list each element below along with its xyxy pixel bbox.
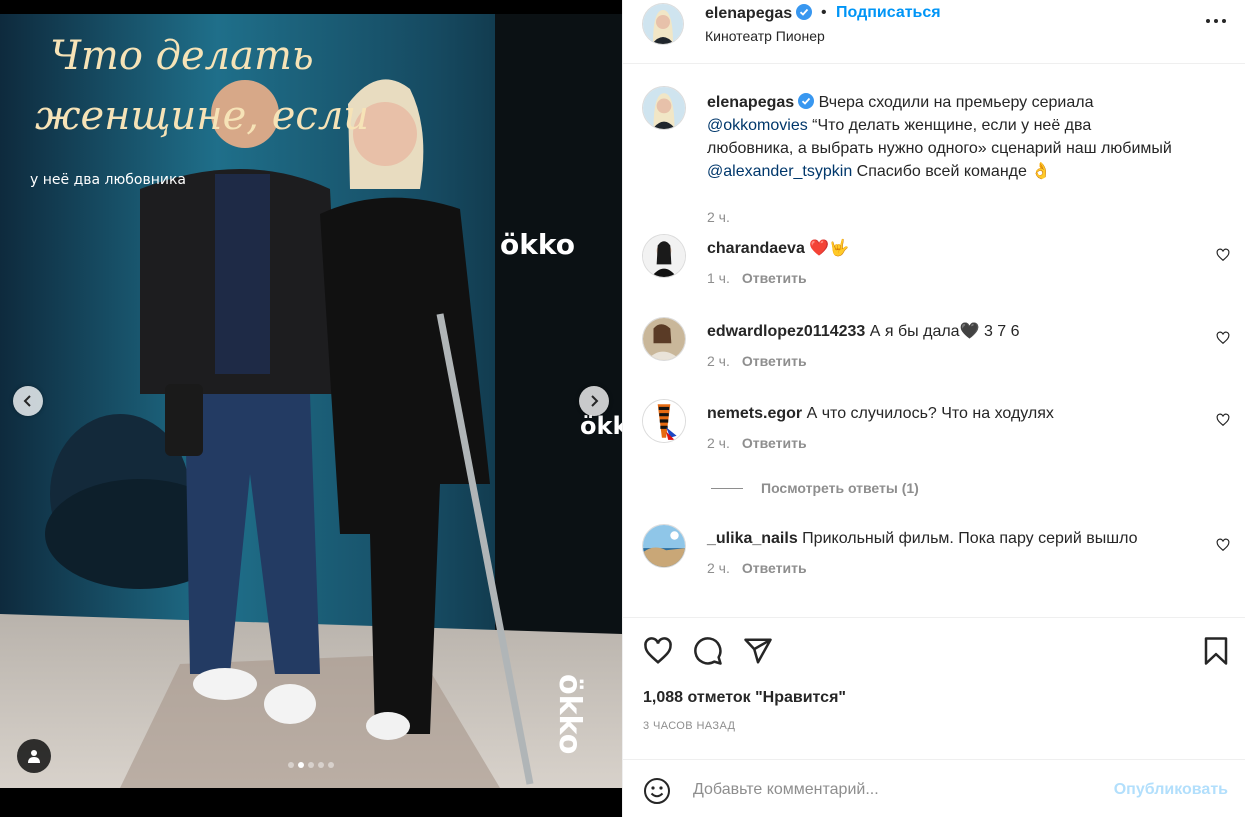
reply-button[interactable]: Ответить — [742, 353, 807, 369]
emoji-icon[interactable] — [643, 777, 671, 805]
comment-text: А я бы дала🖤 3 7 6 — [869, 323, 1020, 340]
post-sidebar: elenapegas • Подписаться Кинотеатр Пионе… — [622, 0, 1245, 817]
chevron-left-icon — [23, 395, 31, 407]
caption-text: elenapegas Вчера сходили на премьеру сер… — [707, 91, 1177, 183]
carousel-prev-button[interactable] — [13, 386, 43, 416]
instagram-post-modal: Что делать женщине, если у неё два любов… — [0, 0, 1245, 817]
commenter-avatar[interactable] — [643, 318, 685, 360]
author-username[interactable]: elenapegas — [705, 4, 813, 23]
comment-time: 2 ч. — [707, 353, 730, 369]
carousel-dot — [308, 762, 314, 768]
reply-button[interactable]: Ответить — [742, 435, 807, 451]
brand-mark: ökko — [552, 674, 587, 754]
poster-title-line1: Что делать — [50, 33, 314, 79]
bookmark-icon[interactable] — [1201, 636, 1231, 666]
commenter-username[interactable]: nemets.egor — [707, 405, 802, 422]
heart-icon[interactable] — [1216, 248, 1230, 262]
comment-body: charandaeva ❤️🤟 — [707, 237, 1177, 260]
add-comment-bar: Опубликовать — [623, 759, 1245, 817]
commenter-username[interactable]: charandaeva — [707, 240, 805, 257]
comment-text: А что случилось? Что на ходулях — [806, 405, 1054, 422]
view-replies-button[interactable]: Посмотреть ответы (1) — [711, 480, 919, 496]
follow-button[interactable]: Подписаться — [836, 4, 941, 22]
post-time[interactable]: 3 ЧАСОВ НАЗАД — [643, 720, 735, 732]
comment-meta: 2 ч. Ответить — [707, 435, 807, 451]
share-icon[interactable] — [743, 636, 773, 666]
poster-title-line2: женщине, если — [35, 93, 369, 139]
more-icon[interactable] — [1205, 16, 1227, 26]
user-tag-icon — [28, 750, 40, 763]
carousel-next-button[interactable] — [579, 386, 609, 416]
comment-text: ❤️🤟 — [809, 240, 850, 257]
comment-body: edwardlopez0114233 А я бы дала🖤 3 7 6 — [707, 320, 1177, 343]
heart-icon[interactable] — [1216, 538, 1230, 552]
commenter-username[interactable]: _ulika_nails — [707, 530, 798, 547]
author-avatar[interactable] — [643, 4, 683, 44]
post-actions: 1,088 отметок "Нравится" 3 ЧАСОВ НАЗАД — [623, 617, 1245, 757]
carousel-indicator — [0, 762, 622, 768]
comment-icon[interactable] — [693, 636, 723, 666]
carousel-dot — [328, 762, 334, 768]
comment-meta: 2 ч. Ответить — [707, 560, 807, 576]
post-header: elenapegas • Подписаться Кинотеатр Пионе… — [623, 0, 1245, 64]
caption-part: Спасибо всей команде 👌 — [856, 163, 1052, 180]
verified-icon — [798, 93, 815, 109]
reply-button[interactable]: Ответить — [742, 560, 807, 576]
carousel-dot — [288, 762, 294, 768]
publish-button[interactable]: Опубликовать — [1114, 781, 1228, 799]
poster-subtitle: у неё два любовника — [30, 172, 186, 188]
brand-mark: ökko — [500, 228, 575, 261]
commenter-username[interactable]: edwardlopez0114233 — [707, 323, 865, 340]
caption-author[interactable]: elenapegas — [707, 93, 815, 111]
verified-icon — [796, 4, 813, 20]
comment-time: 1 ч. — [707, 270, 730, 286]
reply-button[interactable]: Ответить — [742, 270, 807, 286]
caption-part: Вчера сходили на премьеру сериала — [818, 94, 1094, 111]
comment-body: _ulika_nails Прикольный фильм. Пока пару… — [707, 527, 1177, 550]
comment-time: 2 ч. — [707, 435, 730, 451]
comment-meta: 2 ч. Ответить — [707, 353, 807, 369]
comment-meta: 1 ч. Ответить — [707, 270, 807, 286]
mention-link[interactable]: @okkomovies — [707, 117, 808, 134]
carousel-dot — [298, 762, 304, 768]
commenter-avatar[interactable] — [643, 235, 685, 277]
heart-icon[interactable] — [643, 636, 673, 666]
separator-dot: • — [821, 4, 827, 21]
caption-avatar[interactable] — [643, 87, 685, 129]
post-media: Что делать женщине, если у неё два любов… — [0, 0, 622, 817]
commenter-avatar[interactable] — [643, 525, 685, 567]
mention-link[interactable]: @alexander_tsypkin — [707, 163, 852, 180]
comments-section[interactable]: elenapegas Вчера сходили на премьеру сер… — [623, 65, 1245, 631]
carousel-dot — [318, 762, 324, 768]
replies-divider — [711, 488, 743, 489]
likes-count[interactable]: 1,088 отметок "Нравится" — [643, 689, 846, 707]
caption-time: 2 ч. — [707, 209, 730, 225]
comment-input[interactable] — [693, 776, 1093, 804]
comment-text: Прикольный фильм. Пока пару серий вышло — [802, 530, 1138, 547]
post-photo[interactable]: Что делать женщине, если у неё два любов… — [0, 14, 622, 788]
brand-mark: ökko — [580, 412, 622, 440]
chevron-right-icon — [591, 395, 599, 407]
commenter-avatar[interactable] — [643, 400, 685, 442]
heart-icon[interactable] — [1216, 331, 1230, 345]
comment-body: nemets.egor А что случилось? Что на ходу… — [707, 402, 1177, 425]
comment-time: 2 ч. — [707, 560, 730, 576]
heart-icon[interactable] — [1216, 413, 1230, 427]
location-link[interactable]: Кинотеатр Пионер — [705, 28, 825, 44]
